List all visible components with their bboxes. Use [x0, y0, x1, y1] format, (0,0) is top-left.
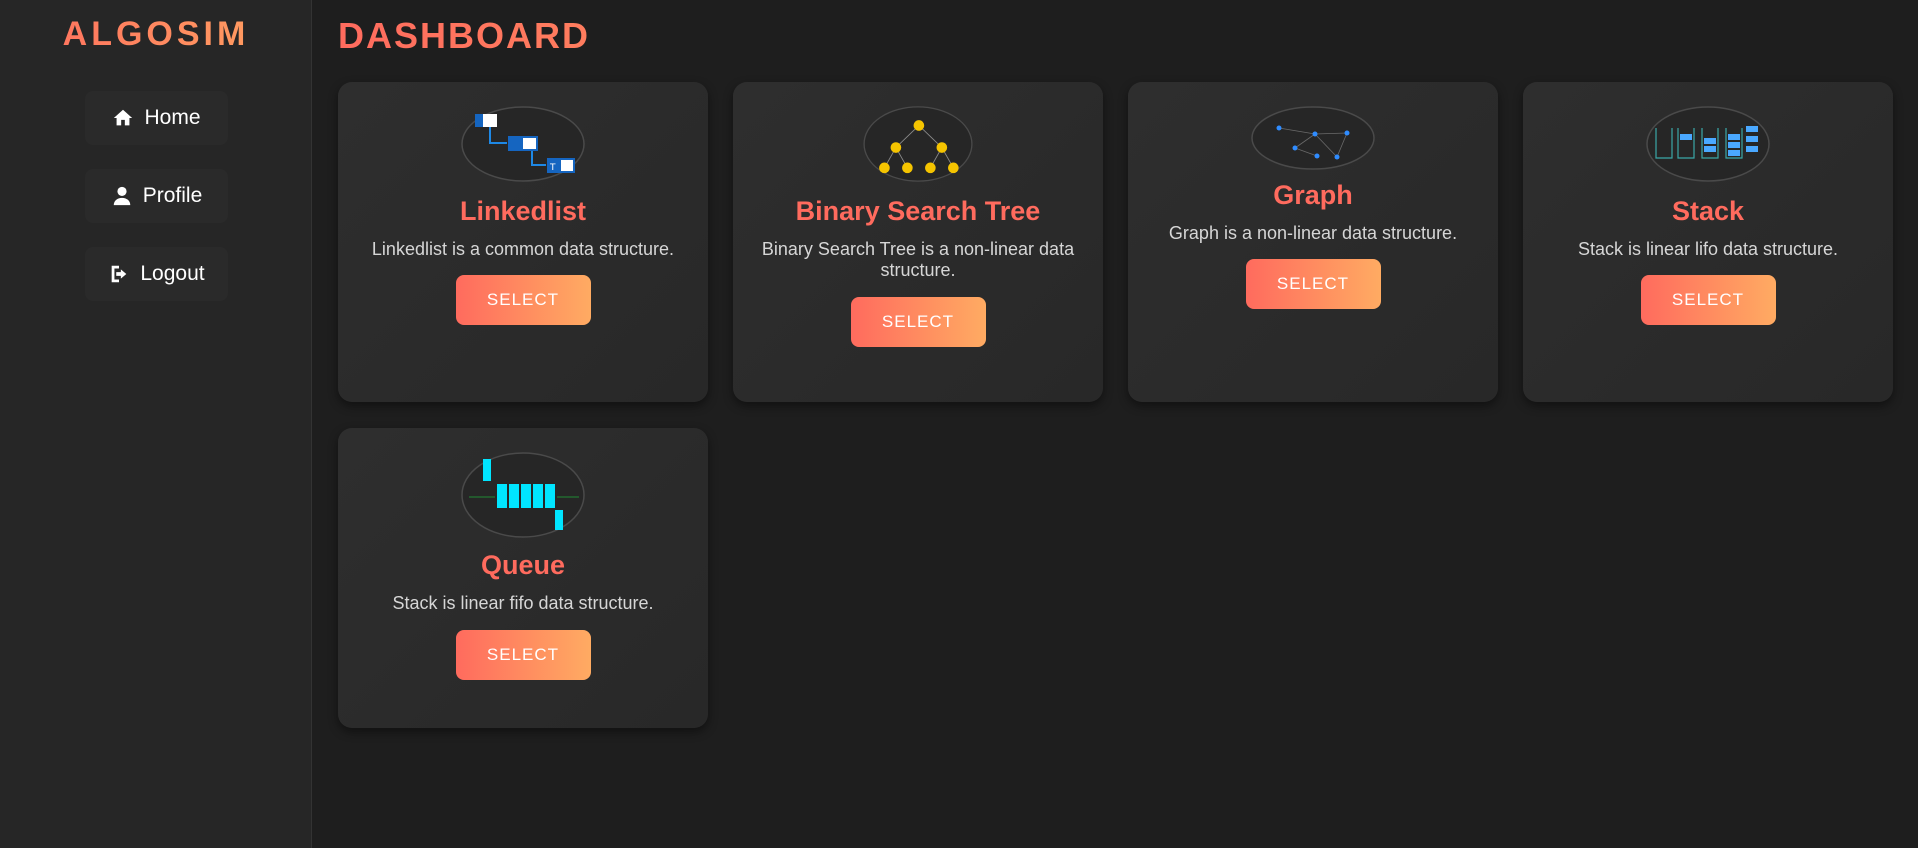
- card-title: Linkedlist: [459, 196, 587, 226]
- sidebar-item-label: Logout: [140, 262, 205, 285]
- card-queue: Queue Stack is linear fifo data structur…: [338, 428, 708, 728]
- bst-diagram-icon: [863, 106, 973, 182]
- app-logo: ALGOSIM: [0, 15, 312, 54]
- card-title: Binary Search Tree: [795, 196, 1041, 226]
- svg-text:T: T: [549, 163, 556, 173]
- card-title: Stack: [1671, 196, 1745, 226]
- card-linkedlist: T Linkedlist Linkedlist is a common data…: [338, 82, 708, 402]
- sidebar-item-label: Profile: [142, 184, 203, 207]
- graph-diagram-icon: [1251, 106, 1375, 170]
- select-bst-button[interactable]: SELECT: [850, 297, 986, 347]
- card-stack: Stack Stack is linear lifo data structur…: [1523, 82, 1893, 402]
- select-queue-button[interactable]: SELECT: [455, 630, 591, 680]
- card-description: Graph is a non-linear data structure.: [1168, 223, 1458, 243]
- sidebar-item-logout[interactable]: Logout: [85, 247, 228, 301]
- card-binary-search-tree: Binary Search Tree Binary Search Tree is…: [733, 82, 1103, 402]
- home-icon: [114, 109, 133, 126]
- select-stack-button[interactable]: SELECT: [1640, 275, 1776, 325]
- stack-diagram-icon: [1646, 106, 1770, 182]
- card-title: Queue: [480, 550, 566, 580]
- sidebar-item-label: Home: [144, 106, 201, 129]
- user-icon: [113, 186, 130, 206]
- card-graph: Graph Graph is a non-linear data structu…: [1128, 82, 1498, 402]
- queue-diagram-icon: [461, 452, 585, 538]
- linkedlist-diagram-icon: T: [461, 106, 585, 182]
- select-graph-button[interactable]: SELECT: [1245, 259, 1381, 309]
- page-title: DASHBOARD: [338, 15, 590, 56]
- card-description: Binary Search Tree is a non-linear data …: [761, 239, 1075, 280]
- sidebar-item-profile[interactable]: Profile: [85, 169, 228, 223]
- card-description: Stack is linear fifo data structure.: [392, 593, 654, 613]
- card-title: Graph: [1273, 180, 1353, 210]
- card-description: Stack is linear lifo data structure.: [1577, 239, 1839, 259]
- card-description: Linkedlist is a common data structure.: [371, 239, 675, 259]
- logout-icon: [112, 265, 127, 283]
- sidebar: ALGOSIM Home Profile Logout: [0, 0, 312, 848]
- select-linkedlist-button[interactable]: SELECT: [455, 275, 591, 325]
- sidebar-item-home[interactable]: Home: [85, 91, 228, 145]
